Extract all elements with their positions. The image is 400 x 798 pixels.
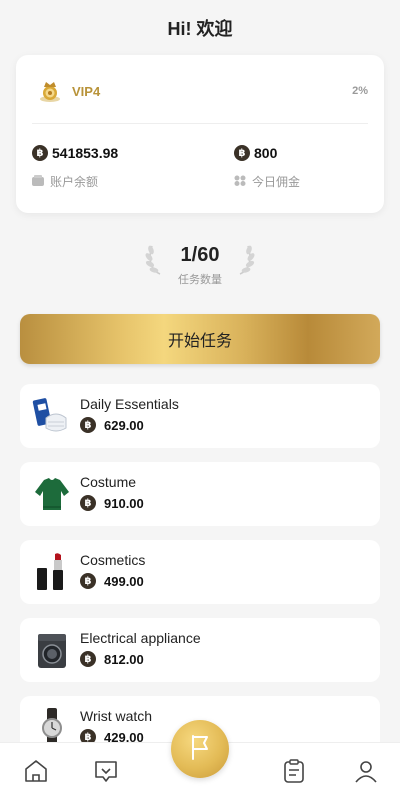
- balance-amount: 541853.98: [52, 145, 119, 161]
- page-title: Hi! 欢迎: [167, 19, 233, 39]
- item-name: Cosmetics: [80, 552, 146, 568]
- baht-coin-icon: ฿: [80, 651, 96, 667]
- laurel-icon: [144, 240, 166, 276]
- list-item[interactable]: Costume ฿ 910.00: [20, 462, 380, 526]
- commission-label: 今日佣金: [252, 175, 301, 189]
- clipboard-icon[interactable]: [280, 757, 308, 785]
- balance-stat: ฿ 541853.98 账户余额: [32, 145, 118, 190]
- home-icon[interactable]: [22, 757, 50, 785]
- item-price: ฿ 812.00: [80, 651, 144, 667]
- item-price: ฿ 910.00: [80, 495, 144, 511]
- lipstick-icon: [32, 552, 72, 592]
- item-price-value: 629.00: [104, 417, 144, 433]
- vip-card: VIP4 2% ฿ 541853.98 账户余额 ฿ 800 今日佣金: [16, 55, 384, 213]
- wallet-icon: [32, 174, 44, 189]
- profile-icon[interactable]: [352, 757, 380, 785]
- baht-coin-icon: ฿: [80, 495, 96, 511]
- daily-essentials-icon: [32, 396, 72, 436]
- start-task-button[interactable]: 开始任务: [20, 314, 380, 364]
- vip-row: VIP4 2%: [36, 77, 368, 105]
- item-price-value: 910.00: [104, 495, 144, 511]
- message-icon[interactable]: [92, 757, 120, 785]
- divider: [32, 123, 368, 124]
- balance-label: 账户余额: [50, 175, 99, 189]
- vip-crown-icon: [36, 77, 64, 105]
- item-price-value: 499.00: [104, 573, 144, 589]
- flag-icon: [187, 733, 213, 766]
- start-task-label: 开始任务: [167, 333, 232, 350]
- sweater-icon: [32, 474, 72, 514]
- item-price: ฿ 629.00: [80, 417, 144, 433]
- page-header: Hi! 欢迎: [0, 0, 400, 56]
- vip-level: VIP4: [72, 83, 101, 99]
- commission-stat: ฿ 800 今日佣金: [234, 145, 300, 190]
- item-name: Costume: [80, 474, 137, 490]
- baht-coin-icon: ฿: [80, 573, 96, 589]
- baht-coin-icon: ฿: [234, 145, 250, 161]
- commission-rate: 2%: [352, 85, 368, 97]
- baht-coin-icon: ฿: [32, 145, 48, 161]
- item-name: Wrist watch: [80, 708, 153, 724]
- baht-coin-icon: ฿: [80, 417, 96, 433]
- item-price: ฿ 499.00: [80, 573, 144, 589]
- list-item[interactable]: Cosmetics ฿ 499.00: [20, 540, 380, 604]
- task-center-button[interactable]: [171, 720, 229, 778]
- list-item[interactable]: Electrical appliance ฿ 812.00: [20, 618, 380, 682]
- item-name: Daily Essentials: [80, 396, 179, 412]
- item-name: Electrical appliance: [80, 630, 201, 646]
- commission-amount: 800: [254, 145, 278, 161]
- list-item[interactable]: Daily Essentials ฿ 629.00: [20, 384, 380, 448]
- group-icon: [234, 175, 246, 189]
- washing-machine-icon: [32, 630, 72, 670]
- task-counter: 1/60 任务数量: [140, 238, 260, 294]
- laurel-icon: [234, 240, 256, 276]
- item-price-value: 812.00: [104, 651, 144, 667]
